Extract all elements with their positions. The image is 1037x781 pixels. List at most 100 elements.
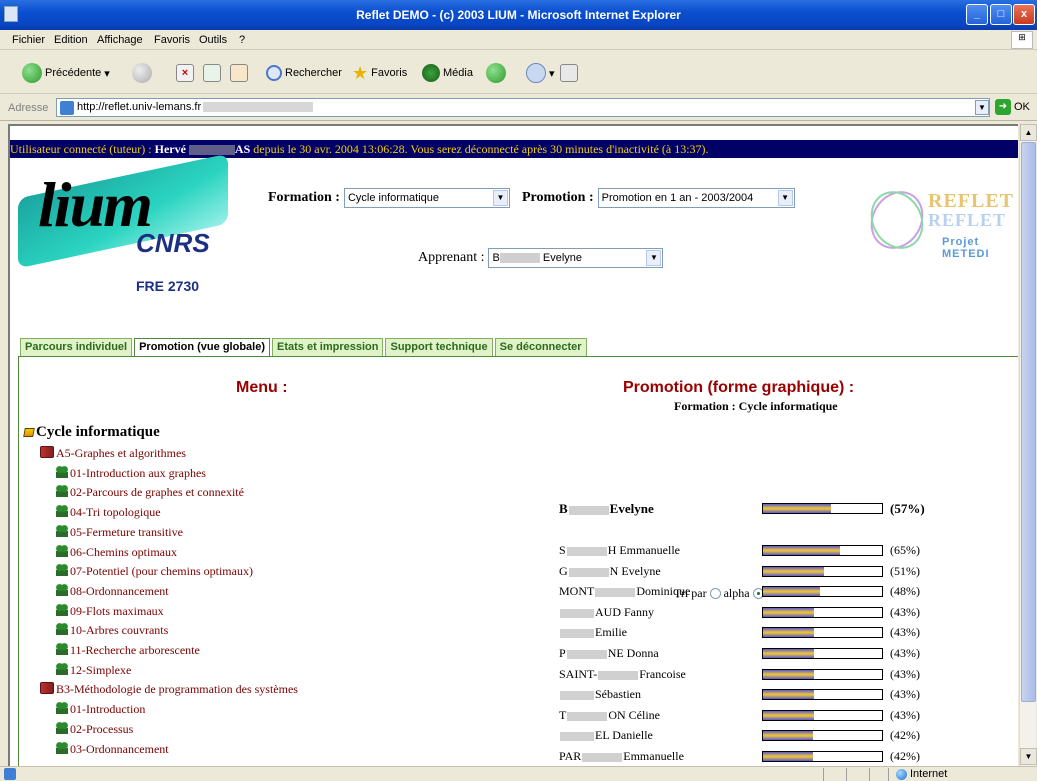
tree-item[interactable]: 02-Parcours de graphes et connexité <box>56 485 244 500</box>
formation-selector-row: Formation : Cycle informatique ▼ Promoti… <box>268 188 795 208</box>
tree-item[interactable]: 03-Ordonnancement <box>56 742 169 757</box>
history-button[interactable] <box>486 61 506 85</box>
menu-favoris[interactable]: Favoris <box>154 34 190 46</box>
promotion-label: Promotion : <box>521 190 594 205</box>
apprenant-prefix: B <box>492 252 500 264</box>
tree-item[interactable]: 12-Simplexe <box>56 663 131 678</box>
student-name[interactable]: SAINT- Francoise <box>559 667 686 682</box>
security-zone: Internet <box>896 768 947 780</box>
promotion-formation: Formation : Cycle informatique <box>674 399 838 413</box>
page-header: lium CNRS FRE 2730 Formation : Cycle inf… <box>10 153 1018 308</box>
tab-promotion[interactable]: Promotion (vue globale) <box>134 338 270 356</box>
refresh-button[interactable] <box>203 61 221 85</box>
progress-fill <box>763 546 840 555</box>
redacted-name <box>560 690 594 700</box>
close-button[interactable]: x <box>1013 4 1035 25</box>
people-icon <box>56 663 68 675</box>
tree-item-label: 08-Ordonnancement <box>70 584 169 598</box>
tree-item-label: A5-Graphes et algorithmes <box>56 446 186 460</box>
scroll-down-button[interactable]: ▼ <box>1020 748 1037 765</box>
scroll-up-button[interactable]: ▲ <box>1020 124 1037 141</box>
tab-etats-impression[interactable]: Etats et impression <box>272 338 384 356</box>
promotion-select[interactable]: Promotion en 1 an - 2003/2004 ▼ <box>597 188 795 208</box>
progress-fill <box>763 649 814 658</box>
home-button[interactable] <box>230 61 248 85</box>
student-name[interactable]: S H Emmanuelle <box>559 543 680 558</box>
student-name[interactable]: Emilie <box>559 625 627 640</box>
tab-support-technique[interactable]: Support technique <box>385 338 493 356</box>
student-name[interactable]: PAR Emmanuelle <box>559 749 684 764</box>
tree-item[interactable]: 01-Introduction aux graphes <box>56 466 206 481</box>
globe-icon <box>896 768 907 780</box>
status-bar: Internet <box>0 766 1037 781</box>
student-name[interactable]: Sébastien <box>559 687 641 702</box>
tree-item[interactable]: 11-Recherche arborescente <box>56 643 200 658</box>
vertical-scrollbar[interactable]: ▲ ▼ <box>1019 124 1037 766</box>
student-name[interactable]: P NE Donna <box>559 646 659 661</box>
tree-item[interactable]: 04-Tri topologique <box>56 505 161 520</box>
forward-button[interactable] <box>132 61 152 85</box>
tab-se-deconnecter[interactable]: Se déconnecter <box>494 338 587 356</box>
people-icon <box>56 545 68 557</box>
redacted-name <box>560 608 594 618</box>
progress-fill <box>763 504 831 513</box>
address-input[interactable]: http://reflet.univ-lemans.fr <box>56 98 990 117</box>
apprenant-select[interactable]: B Evelyne ▼ <box>488 248 664 268</box>
student-name[interactable]: MONT Dominique <box>559 584 690 599</box>
go-button[interactable]: ➜ OK <box>995 99 1030 115</box>
stop-button[interactable]: × <box>176 61 194 85</box>
maximize-button[interactable]: □ <box>990 4 1012 25</box>
promotion-value: Promotion en 1 an - 2003/2004 <box>601 192 754 204</box>
search-button[interactable]: Rechercher <box>266 61 342 85</box>
tree-root[interactable]: Cycle informatique <box>23 424 160 441</box>
student-name[interactable]: AUD Fanny <box>559 605 654 620</box>
tree-item[interactable]: 06-Chemins optimaux <box>56 545 177 560</box>
student-name-start: G <box>559 564 568 578</box>
progress-percent: (51%) <box>890 564 920 578</box>
book-icon <box>40 682 54 694</box>
formation-select[interactable]: Cycle informatique ▼ <box>343 188 510 208</box>
student-name[interactable]: EL Danielle <box>559 728 653 743</box>
menu-outils[interactable]: Outils <box>199 34 227 46</box>
tab-parcours-individuel[interactable]: Parcours individuel <box>20 338 133 356</box>
mail-button[interactable]: ▾ <box>526 61 555 85</box>
scroll-thumb[interactable] <box>1021 142 1036 702</box>
progress-bar <box>762 730 883 741</box>
menu-help[interactable]: ? <box>239 34 245 46</box>
tree-item[interactable]: 08-Ordonnancement <box>56 584 169 599</box>
flag-icon <box>23 428 35 437</box>
tree-item[interactable]: 01-Introduction <box>56 702 145 717</box>
sort-alpha-radio[interactable] <box>709 588 721 599</box>
back-button[interactable]: Précédente ▾ <box>22 61 110 85</box>
tree-item[interactable]: 02-Processus <box>56 722 133 737</box>
student-name[interactable]: T ON Céline <box>559 708 660 723</box>
tree-item[interactable]: 09-Flots maximaux <box>56 604 164 619</box>
progress-percent: (42%) <box>890 728 920 742</box>
progress-bar <box>762 669 883 680</box>
menu-affichage[interactable]: Affichage <box>97 34 143 46</box>
progress-fill <box>763 567 824 576</box>
address-dropdown-button[interactable]: ▼ <box>975 100 989 115</box>
tree-item[interactable]: 05-Fermeture transitive <box>56 525 183 540</box>
tree-item[interactable]: 07-Potentiel (pour chemins optimaux) <box>56 564 253 579</box>
minimize-button[interactable]: _ <box>966 4 988 25</box>
menu-fichier[interactable]: Fichier <box>12 34 45 46</box>
media-button[interactable]: Média <box>422 61 473 85</box>
student-name[interactable]: G N Evelyne <box>559 564 661 579</box>
browser-toolbar: Précédente ▾ × Rechercher ★ Favoris Médi… <box>0 51 1037 94</box>
favorites-button[interactable]: ★ Favoris <box>352 61 407 85</box>
print-button[interactable] <box>560 61 578 85</box>
page-icon <box>60 101 74 115</box>
menu-edition[interactable]: Edition <box>54 34 88 46</box>
student-name-end: Francoise <box>639 667 686 681</box>
tree-item[interactable]: B3-Méthodologie de programmation des sys… <box>40 682 298 697</box>
people-icon <box>56 564 68 576</box>
student-name[interactable]: B Evelyne <box>559 501 654 517</box>
progress-fill <box>763 587 820 596</box>
progress-bar <box>762 751 883 762</box>
progress-fill <box>763 731 813 740</box>
tree-item[interactable]: A5-Graphes et algorithmes <box>40 446 186 461</box>
tree-item[interactable]: 10-Arbres couvrants <box>56 623 168 638</box>
redacted-name <box>595 587 636 597</box>
tree-item-label: 12-Simplexe <box>70 663 132 677</box>
